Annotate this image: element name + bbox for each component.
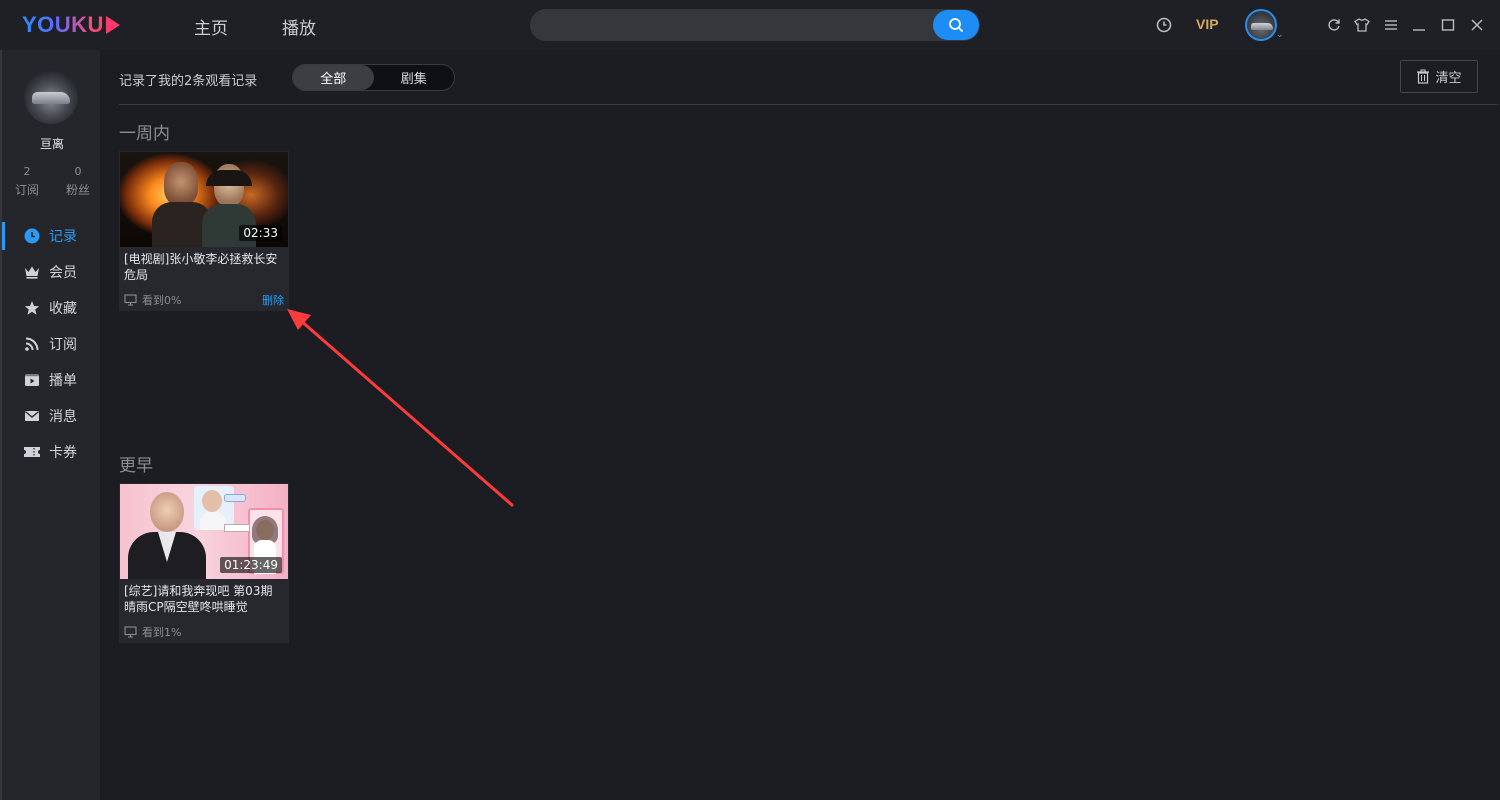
section-title-earlier: 更早	[119, 456, 153, 476]
vip-link[interactable]: VIP	[1196, 16, 1219, 32]
history-card[interactable]: 02:33 [电视剧]张小敬李必拯救长安危局 看到0% 删除	[119, 151, 289, 311]
progress-text: 看到0%	[142, 294, 182, 307]
history-card[interactable]: 01:23:49 [综艺]请和我奔现吧 第03期 晴雨CP隔空壁咚哄睡觉 看到1…	[119, 483, 289, 643]
monitor-icon	[124, 626, 137, 638]
video-title[interactable]: [电视剧]张小敬李必拯救长安危局	[124, 251, 284, 283]
trash-icon	[1417, 69, 1430, 84]
tab-all[interactable]: 全部	[293, 65, 374, 90]
progress-text: 看到1%	[142, 626, 182, 639]
video-thumbnail[interactable]: 02:33	[120, 152, 288, 247]
sidebar-item-playlists[interactable]: 播单	[2, 366, 100, 394]
skin-shirt-icon[interactable]	[1353, 16, 1371, 34]
rss-icon	[23, 335, 41, 353]
clear-label: 清空	[1435, 71, 1462, 86]
monitor-icon	[124, 294, 137, 306]
profile-avatar[interactable]	[24, 70, 78, 124]
youku-logo[interactable]: YOUKU	[22, 12, 120, 38]
ticket-icon	[23, 443, 41, 461]
sidebar-item-history[interactable]: 记录	[2, 222, 100, 250]
username[interactable]: 亘离	[2, 135, 102, 152]
user-avatar[interactable]	[1245, 9, 1277, 41]
delete-link[interactable]: 删除	[262, 292, 284, 308]
minimize-icon[interactable]	[1410, 16, 1428, 34]
nav-home[interactable]: 主页	[194, 14, 228, 39]
header-divider	[119, 104, 1498, 105]
logo-play-icon	[105, 16, 120, 34]
sidebar-item-messages[interactable]: 消息	[2, 402, 100, 430]
sidebar-item-favorites[interactable]: 收藏	[2, 294, 100, 322]
sidebar-item-label: 播单	[49, 373, 77, 389]
sidebar-item-subscriptions[interactable]: 订阅	[2, 330, 100, 358]
video-duration: 02:33	[239, 225, 282, 241]
history-summary: 记录了我的2条观看记录	[119, 74, 258, 89]
fans-count: 0	[74, 165, 82, 178]
sidebar-item-label: 消息	[49, 409, 77, 425]
menu-icon[interactable]	[1382, 16, 1400, 34]
video-thumbnail[interactable]: 01:23:49	[120, 484, 288, 579]
mail-icon	[23, 407, 41, 425]
annotation-arrow	[287, 309, 514, 507]
sidebar-item-coupons[interactable]: 卡券	[2, 438, 100, 466]
subscriptions-count: 2	[23, 165, 31, 178]
top-bar: YOUKU 主页 播放 VIP ⌄	[0, 0, 1500, 50]
subscriptions-label: 订阅	[14, 183, 39, 197]
close-icon[interactable]	[1468, 16, 1486, 34]
search-icon	[949, 18, 963, 32]
section-title-week: 一周内	[119, 124, 170, 144]
history-clock-icon[interactable]	[1155, 16, 1173, 34]
sidebar: 亘离 2 订阅 0 粉丝 记录 会员 收藏 订阅 播单 消息 卡券	[0, 50, 100, 800]
maximize-icon[interactable]	[1439, 16, 1457, 34]
filter-toggle: 全部 剧集	[292, 64, 455, 91]
star-icon	[23, 299, 41, 317]
video-duration: 01:23:49	[220, 557, 282, 573]
sidebar-item-label: 会员	[49, 265, 77, 281]
video-title[interactable]: [综艺]请和我奔现吧 第03期 晴雨CP隔空壁咚哄睡觉	[124, 583, 284, 615]
clear-history-button[interactable]: 清空	[1400, 60, 1478, 93]
sidebar-item-label: 卡券	[49, 445, 77, 461]
sidebar-item-vip[interactable]: 会员	[2, 258, 100, 286]
logo-text: YOUKU	[22, 12, 104, 37]
sidebar-item-label: 收藏	[49, 301, 77, 317]
clock-icon	[23, 227, 41, 245]
sidebar-item-label: 订阅	[49, 337, 77, 353]
watch-progress: 看到1%	[124, 624, 181, 640]
chevron-down-icon[interactable]: ⌄	[1276, 30, 1284, 40]
nav-play[interactable]: 播放	[282, 14, 316, 39]
search-button[interactable]	[933, 10, 979, 40]
tab-series[interactable]: 剧集	[374, 65, 455, 90]
playlist-icon	[23, 371, 41, 389]
fans-label: 粉丝	[65, 183, 90, 197]
search-input[interactable]	[530, 9, 980, 41]
refresh-icon[interactable]	[1325, 16, 1343, 34]
watch-progress: 看到0%	[124, 292, 181, 308]
sidebar-item-label: 记录	[49, 229, 77, 245]
crown-icon	[23, 263, 41, 281]
